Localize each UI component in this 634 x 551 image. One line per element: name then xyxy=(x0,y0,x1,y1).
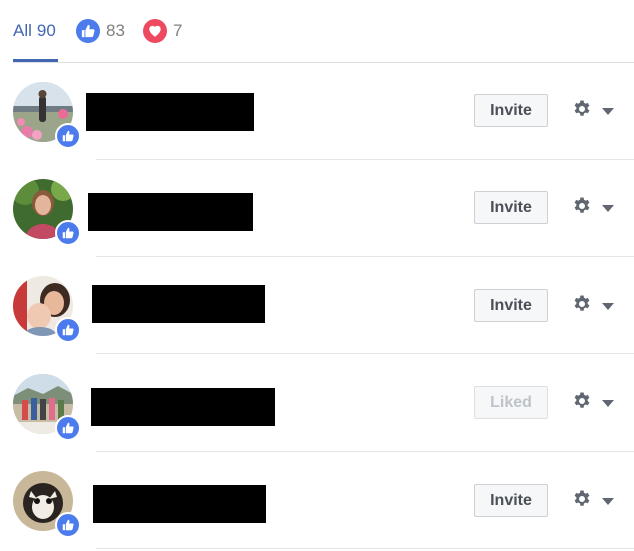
gear-icon xyxy=(572,196,592,221)
chevron-down-icon xyxy=(602,399,614,407)
options-menu-button[interactable] xyxy=(572,488,622,514)
gear-icon xyxy=(572,489,592,514)
like-reaction-badge-icon xyxy=(55,415,81,441)
list-item: Invite xyxy=(0,257,634,354)
like-reaction-badge-icon xyxy=(55,220,81,246)
invite-button[interactable]: Invite xyxy=(474,191,548,224)
chevron-down-icon xyxy=(602,302,614,310)
like-reaction-badge-icon xyxy=(55,317,81,343)
redacted-name[interactable] xyxy=(91,388,275,426)
like-reaction-badge-icon xyxy=(55,512,81,538)
thumbs-up-icon xyxy=(76,19,100,43)
options-menu-button[interactable] xyxy=(572,195,622,221)
tab-all[interactable]: All 90 xyxy=(13,0,56,62)
tab-all-count: 90 xyxy=(36,21,56,40)
tab-all-label: All xyxy=(13,21,32,40)
reaction-tabs: All 90 83 7 xyxy=(0,0,634,64)
row-divider xyxy=(96,548,634,549)
list-item: Invite xyxy=(0,63,634,160)
like-reaction-badge-icon xyxy=(55,123,81,149)
options-menu-button[interactable] xyxy=(572,390,622,416)
redacted-name[interactable] xyxy=(88,193,253,231)
liked-button: Liked xyxy=(474,386,548,419)
tab-like-count: 83 xyxy=(106,21,125,40)
list-item: Invite xyxy=(0,160,634,257)
invite-button[interactable]: Invite xyxy=(474,94,548,127)
chevron-down-icon xyxy=(602,204,614,212)
redacted-name[interactable] xyxy=(93,485,266,523)
chevron-down-icon xyxy=(602,497,614,505)
gear-icon xyxy=(572,99,592,124)
invite-button[interactable]: Invite xyxy=(474,484,548,517)
options-menu-button[interactable] xyxy=(572,98,622,124)
list-item: Liked xyxy=(0,355,634,452)
heart-icon xyxy=(143,19,167,43)
redacted-name[interactable] xyxy=(86,93,254,131)
tab-like[interactable]: 83 xyxy=(76,0,125,62)
options-menu-button[interactable] xyxy=(572,293,622,319)
list-item: Invite xyxy=(0,452,634,549)
gear-icon xyxy=(572,391,592,416)
row-divider xyxy=(96,353,634,354)
gear-icon xyxy=(572,294,592,319)
invite-button[interactable]: Invite xyxy=(474,289,548,322)
tab-love[interactable]: 7 xyxy=(143,0,182,62)
chevron-down-icon xyxy=(602,107,614,115)
redacted-name[interactable] xyxy=(92,285,265,323)
tab-love-count: 7 xyxy=(173,21,183,40)
